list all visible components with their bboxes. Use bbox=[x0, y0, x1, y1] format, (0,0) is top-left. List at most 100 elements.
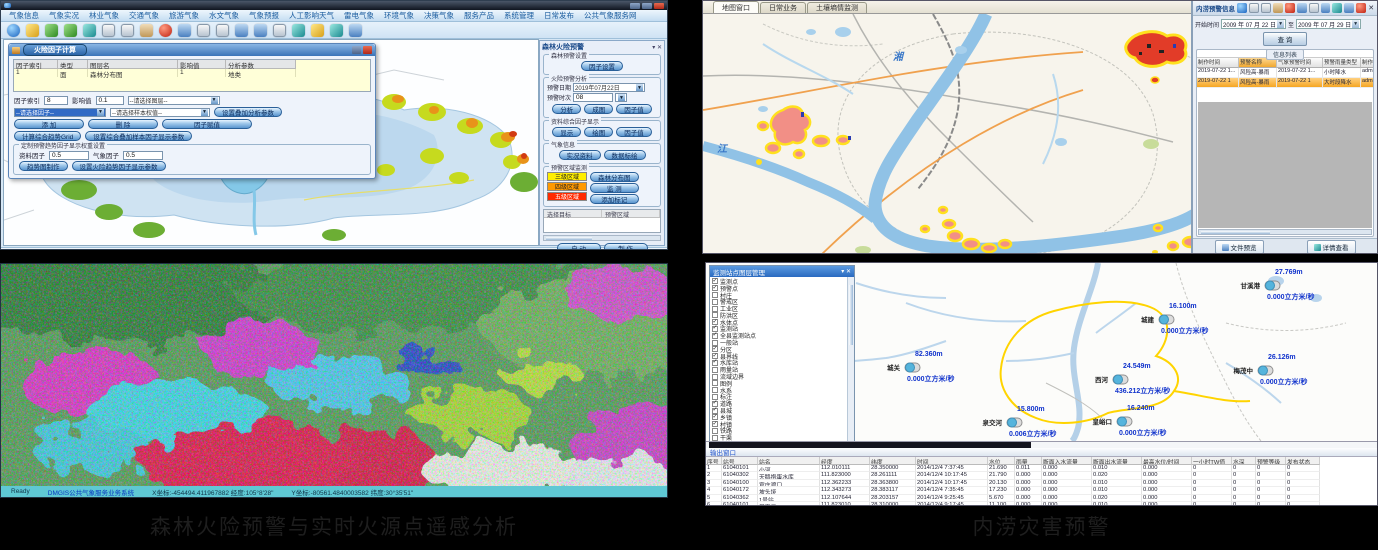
map-icon[interactable] bbox=[1321, 3, 1331, 13]
zone-button[interactable]: 监 测 bbox=[590, 183, 639, 193]
back-arrow-icon[interactable] bbox=[330, 24, 343, 37]
layer-checkbox[interactable] bbox=[712, 346, 718, 352]
analysis-button[interactable]: 分析 bbox=[552, 104, 581, 114]
menu-item[interactable]: 气象实况 bbox=[49, 10, 79, 21]
fire-risk-map[interactable]: 平江县长沙市 火险因子计算 因子索引类型图层名影响值分析 bbox=[3, 39, 539, 246]
page-2-icon[interactable] bbox=[197, 24, 210, 37]
zoom-in-icon[interactable] bbox=[102, 24, 115, 37]
menu-item[interactable]: 决策气象 bbox=[424, 10, 454, 21]
factor-setup-button[interactable]: 因子设置 bbox=[581, 61, 623, 71]
layer-checkbox[interactable] bbox=[712, 387, 718, 393]
zone-button[interactable]: 森林分布图 bbox=[590, 172, 639, 182]
layer-item[interactable]: 村镇 bbox=[712, 421, 852, 428]
layer-tree-icon[interactable] bbox=[45, 24, 58, 37]
set-trend-display-button[interactable]: 设置火险趋势因子显示参数 bbox=[72, 161, 166, 171]
layer-close-icon[interactable]: ✕ bbox=[846, 269, 851, 275]
layer-checkbox[interactable] bbox=[712, 408, 718, 414]
factor-index-input[interactable]: 8 bbox=[44, 96, 68, 105]
weather-factor-input[interactable]: 0.5 bbox=[123, 151, 163, 160]
page-2-icon[interactable] bbox=[1309, 3, 1319, 13]
sample-weight-select[interactable]: --请选择样本权值--▼ bbox=[110, 108, 210, 117]
layer-item[interactable]: 流域边界 bbox=[712, 373, 852, 380]
map-view-icon[interactable] bbox=[235, 24, 248, 37]
print-icon[interactable] bbox=[273, 24, 286, 37]
menu-item[interactable]: 林业气象 bbox=[89, 10, 119, 21]
list-hscrollbar[interactable] bbox=[1198, 229, 1372, 235]
close-button[interactable] bbox=[654, 3, 664, 9]
layer-checkbox[interactable] bbox=[712, 360, 718, 366]
pan-arrow-icon[interactable] bbox=[64, 24, 77, 37]
title-bar[interactable] bbox=[1, 1, 667, 10]
menu-item[interactable]: 公共气象服务网 bbox=[584, 10, 637, 21]
date-to-field[interactable]: 2009 年 07 月 29 日▼ bbox=[1296, 19, 1361, 29]
station-data-row[interactable]: 361040100官庄渡口112.36223328.3638002014/12/… bbox=[706, 480, 1378, 487]
layer-checkbox[interactable] bbox=[712, 353, 718, 359]
pin-icon[interactable]: ▾ bbox=[652, 45, 655, 51]
menu-item[interactable]: 环境气象 bbox=[384, 10, 414, 21]
layer-checkbox[interactable] bbox=[712, 285, 718, 291]
maximize-button[interactable] bbox=[642, 3, 652, 9]
warning-row[interactable]: 2019-07-22 1风险高-暴雨2019-07-22 1大时段降水admin bbox=[1197, 78, 1373, 88]
layer-checkbox[interactable] bbox=[712, 374, 718, 380]
globe-icon[interactable] bbox=[1237, 3, 1247, 13]
back-arrow-icon[interactable] bbox=[1332, 3, 1342, 13]
menu-item[interactable]: 水文气象 bbox=[209, 10, 239, 21]
menu-item[interactable]: 交通气象 bbox=[129, 10, 159, 21]
dialog-title-bar[interactable]: 火险因子计算 bbox=[9, 44, 375, 56]
layer-item[interactable]: 水系 bbox=[712, 387, 852, 394]
warning-row[interactable]: 2019-07-22 1...风险高-暴雨2019-07-22 1...小时降水… bbox=[1197, 68, 1373, 78]
layer-checkbox[interactable] bbox=[712, 367, 718, 373]
warn-time-input[interactable]: 08 bbox=[573, 93, 613, 102]
influence-input[interactable]: 0.1 bbox=[96, 96, 124, 105]
factor-select[interactable]: --请选择因子--▼ bbox=[14, 108, 106, 117]
layer-item[interactable]: 县城 bbox=[712, 407, 852, 414]
zoom-out-icon[interactable] bbox=[121, 24, 134, 37]
layer-checkbox[interactable] bbox=[712, 326, 718, 332]
menu-item[interactable]: 服务产品 bbox=[464, 10, 494, 21]
stop-icon[interactable] bbox=[1285, 3, 1295, 13]
full-extent-icon[interactable] bbox=[178, 24, 191, 37]
menu-item[interactable]: 旅游气象 bbox=[169, 10, 199, 21]
weather-button[interactable]: 数据标绘 bbox=[604, 150, 646, 160]
station-data-row[interactable]: 261040302天鹅抱蛋水库111.82300028.2611112014/1… bbox=[706, 472, 1378, 479]
layer-checkbox[interactable] bbox=[712, 394, 718, 400]
detail-view-button[interactable]: 详情查看 bbox=[1307, 240, 1356, 254]
zoom-in-icon[interactable] bbox=[1249, 3, 1259, 13]
station-data-table[interactable]: 序号站号站名经度纬度时间水位雨量断面入水流量断面出水流量最高水位/时间一小时TW… bbox=[706, 457, 1378, 506]
layer-item[interactable]: 道路 bbox=[712, 400, 852, 407]
image-icon[interactable] bbox=[349, 24, 362, 37]
dialog-close-button[interactable] bbox=[363, 46, 372, 54]
station-data-row[interactable]: 461040172坡头垭112.34327328.3831172014/12/4… bbox=[706, 487, 1378, 494]
layer-checkbox[interactable] bbox=[712, 414, 718, 420]
station-data-row[interactable]: 661040101周家口111.82301028.3100002014/12/4… bbox=[706, 502, 1378, 506]
display-button[interactable]: 因子值 bbox=[616, 127, 652, 137]
set-overlay-params-button[interactable]: 设置叠加分析参数 bbox=[214, 107, 282, 117]
compute-grid-button[interactable]: 计算综合趋势Grid bbox=[14, 131, 81, 141]
menu-item[interactable]: 人工影响天气 bbox=[289, 10, 334, 21]
layer-checkbox[interactable] bbox=[712, 401, 718, 407]
add-button[interactable]: 添 加 bbox=[14, 119, 84, 129]
layer-checkbox[interactable] bbox=[712, 306, 718, 312]
layer-item[interactable]: 标注 bbox=[712, 394, 852, 401]
tab-soil-moisture[interactable]: 土壤墒情监测 bbox=[807, 2, 867, 13]
ruler-icon[interactable] bbox=[26, 24, 39, 37]
menu-item[interactable]: 雷电气象 bbox=[344, 10, 374, 21]
layer-checkbox[interactable] bbox=[712, 340, 718, 346]
layer-item[interactable]: 铁路 bbox=[712, 428, 852, 435]
collapse-icon[interactable]: ▾ bbox=[841, 269, 844, 275]
layer-item[interactable]: 乡镇 bbox=[712, 414, 852, 421]
layer-checkbox[interactable] bbox=[712, 319, 718, 325]
layer-checkbox[interactable] bbox=[712, 292, 718, 298]
station-data-row[interactable]: 161040101小河112.01011128.3500002014/12/4 … bbox=[706, 465, 1378, 472]
data-factor-input[interactable]: 0.5 bbox=[49, 151, 89, 160]
remove-icon[interactable] bbox=[1356, 3, 1366, 13]
warning-table[interactable]: 制作时间预警名称气象预警时间预警雨量类型制作人 2019-07-22 1...风… bbox=[1197, 57, 1373, 88]
window-icon[interactable] bbox=[1297, 3, 1307, 13]
analysis-button[interactable]: 成图 bbox=[584, 104, 613, 114]
layer-select[interactable]: --请选择图层--▼ bbox=[128, 96, 220, 105]
warn-date-field[interactable]: 2019年07月22日▼ bbox=[573, 83, 645, 92]
station-map[interactable]: 82.360m 城关 0.000立方米/秒 16.100m 城建 0.000立方… bbox=[706, 263, 1378, 441]
layer-checkbox[interactable] bbox=[712, 435, 718, 441]
auto-button[interactable]: 自 动 bbox=[557, 243, 601, 250]
layer-checkbox[interactable] bbox=[712, 428, 718, 434]
